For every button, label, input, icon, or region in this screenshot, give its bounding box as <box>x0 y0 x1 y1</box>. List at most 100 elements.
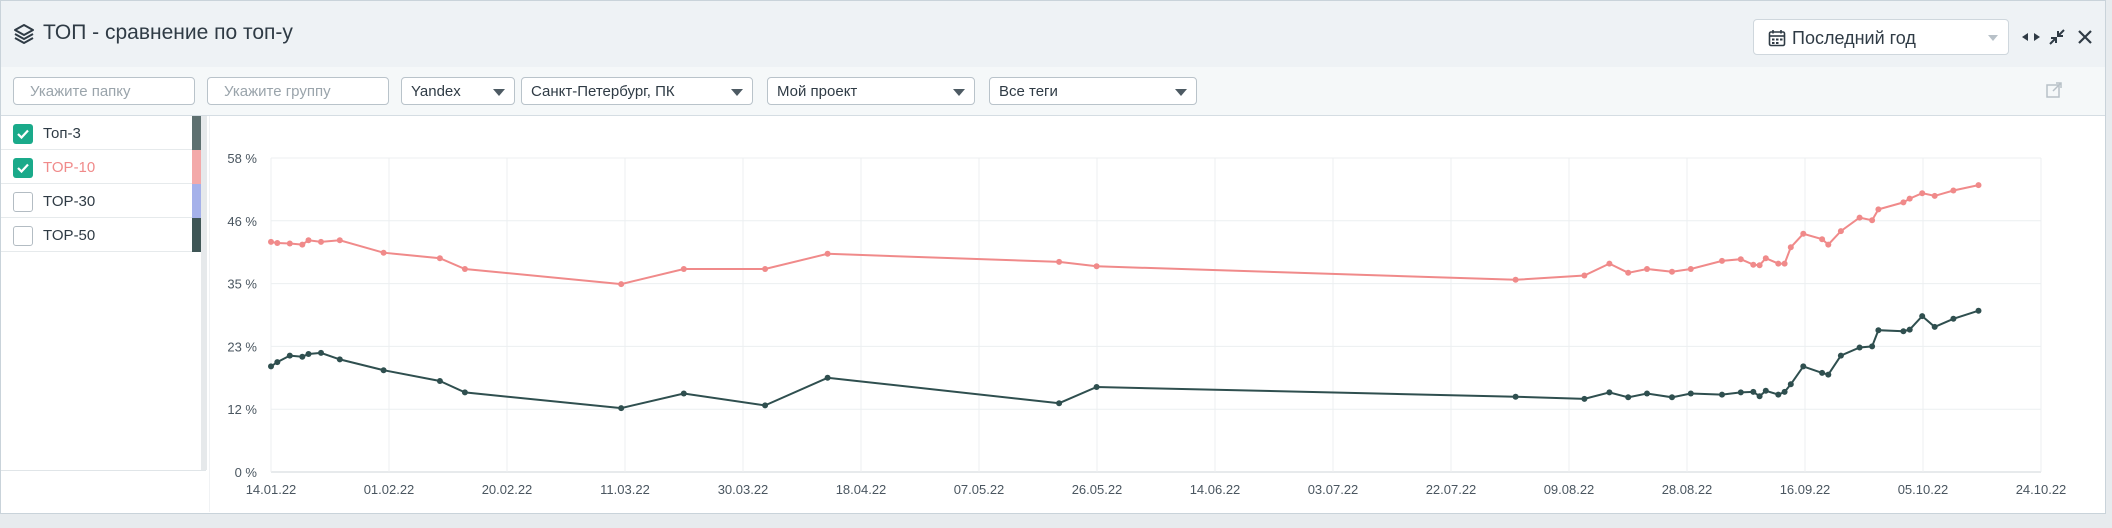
series-point-1 <box>1781 388 1788 395</box>
series-point-0 <box>1787 244 1794 251</box>
series-point-1 <box>1787 381 1794 388</box>
series-point-1 <box>305 351 312 357</box>
series-point-1 <box>1512 393 1519 400</box>
panel-title: ТОП - сравнение по топ-у <box>43 21 293 44</box>
series-point-1 <box>1856 344 1863 351</box>
legend-item-top3[interactable]: Топ-3 <box>1 116 201 150</box>
series-point-1 <box>1687 390 1694 397</box>
series-point-0 <box>1669 268 1675 275</box>
period-select[interactable]: Последний год <box>1753 19 2009 55</box>
layers-icon <box>14 24 34 44</box>
series-point-1 <box>1775 391 1782 398</box>
series-point-0 <box>1781 260 1788 267</box>
checkbox-unchecked[interactable] <box>13 226 33 246</box>
checkbox-unchecked[interactable] <box>13 192 33 212</box>
legend-scrollbar[interactable] <box>201 116 207 470</box>
search-engine-select[interactable]: Yandex <box>401 77 515 105</box>
series-point-1 <box>318 349 324 356</box>
project-value: Мой проект <box>777 83 858 100</box>
x-tick-label: 09.08.22 <box>1544 482 1595 497</box>
legend-item-top10[interactable]: TOP-10 <box>1 150 201 184</box>
series-point-1 <box>299 353 306 360</box>
series-point-1 <box>1819 369 1826 376</box>
legend-item-top50[interactable]: TOP-50 <box>1 218 201 252</box>
series-point-1 <box>1762 387 1769 394</box>
series-point-0 <box>1093 263 1100 270</box>
series-point-0 <box>1762 255 1769 262</box>
chevron-down-icon <box>731 89 743 96</box>
series-point-1 <box>1669 394 1675 401</box>
check-icon <box>17 163 29 174</box>
series-point-1 <box>680 390 687 397</box>
chevron-down-icon <box>493 89 505 96</box>
export-icon[interactable] <box>2045 81 2063 99</box>
series-point-1 <box>1906 326 1913 333</box>
series-point-0 <box>1856 214 1863 221</box>
series-point-0 <box>274 240 281 246</box>
close-icon[interactable] <box>2075 27 2095 47</box>
series-point-0 <box>1819 236 1826 243</box>
series-point-0 <box>1625 269 1632 276</box>
series-point-1 <box>336 356 343 363</box>
series-point-1 <box>268 363 274 370</box>
y-tick-label: 12 % <box>227 402 257 417</box>
series-point-1 <box>618 405 625 412</box>
checkbox-checked[interactable] <box>13 158 33 178</box>
chevron-down-icon <box>953 89 965 96</box>
series-point-1 <box>1837 352 1844 359</box>
folder-input[interactable]: Укажите папку <box>13 77 195 105</box>
filter-toolbar: Укажите папку Укажите группу Yandex Санк… <box>1 67 2105 116</box>
series-point-1 <box>1800 363 1807 370</box>
series-point-1 <box>1056 400 1063 407</box>
x-tick-label: 24.10.22 <box>2016 482 2067 497</box>
region-select[interactable]: Санкт-Петербург, ПК <box>521 77 753 105</box>
y-tick-label: 46 % <box>227 214 257 229</box>
series-point-1 <box>1581 395 1588 402</box>
series-point-1 <box>824 374 831 381</box>
x-tick-label: 26.05.22 <box>1072 482 1123 497</box>
project-select[interactable]: Мой проект <box>767 77 975 105</box>
series-point-0 <box>1800 230 1807 237</box>
series-point-1 <box>274 359 281 366</box>
series-point-0 <box>762 266 769 272</box>
series-point-0 <box>286 240 293 247</box>
series-point-1 <box>1644 390 1650 397</box>
series-point-1 <box>762 402 769 409</box>
x-tick-label: 14.06.22 <box>1190 482 1241 497</box>
x-tick-label: 18.04.22 <box>836 482 887 497</box>
x-tick-label: 03.07.22 <box>1308 482 1359 497</box>
series-point-0 <box>1512 276 1519 283</box>
legend-item-top30[interactable]: TOP-30 <box>1 184 201 218</box>
series-point-0 <box>305 237 312 244</box>
checkbox-checked[interactable] <box>13 124 33 144</box>
series-point-0 <box>1825 241 1832 248</box>
chevron-down-icon <box>1988 35 1998 41</box>
legend-label: Топ-3 <box>43 125 81 142</box>
series-point-0 <box>1581 272 1588 279</box>
series-line-0 <box>270 184 1979 286</box>
series-point-1 <box>1625 394 1632 401</box>
minimize-icon[interactable] <box>2047 27 2067 47</box>
x-tick-label: 16.09.22 <box>1780 482 1831 497</box>
series-point-0 <box>318 238 324 245</box>
series-point-1 <box>1900 328 1907 335</box>
legend-swatch <box>192 150 201 184</box>
series-point-0 <box>1950 187 1957 194</box>
series-point-0 <box>299 241 306 248</box>
collapse-horizontal-icon[interactable] <box>2021 27 2041 47</box>
series-point-0 <box>824 250 831 257</box>
panel-header: ТОП - сравнение по топ-у Последний год <box>1 1 2105 68</box>
series-point-1 <box>1750 388 1757 395</box>
x-tick-label: 11.03.22 <box>600 482 650 497</box>
series-point-1 <box>436 378 443 384</box>
tags-select[interactable]: Все теги <box>989 77 1197 105</box>
group-input[interactable]: Укажите группу <box>207 77 389 105</box>
series-point-1 <box>1737 389 1744 396</box>
series-point-1 <box>380 367 387 374</box>
series-point-0 <box>1750 261 1757 268</box>
series-point-0 <box>1837 228 1844 235</box>
legend-label: TOP-10 <box>43 159 96 176</box>
series-point-1 <box>461 389 468 396</box>
legend-swatch <box>192 184 201 218</box>
series-point-0 <box>1875 206 1882 213</box>
